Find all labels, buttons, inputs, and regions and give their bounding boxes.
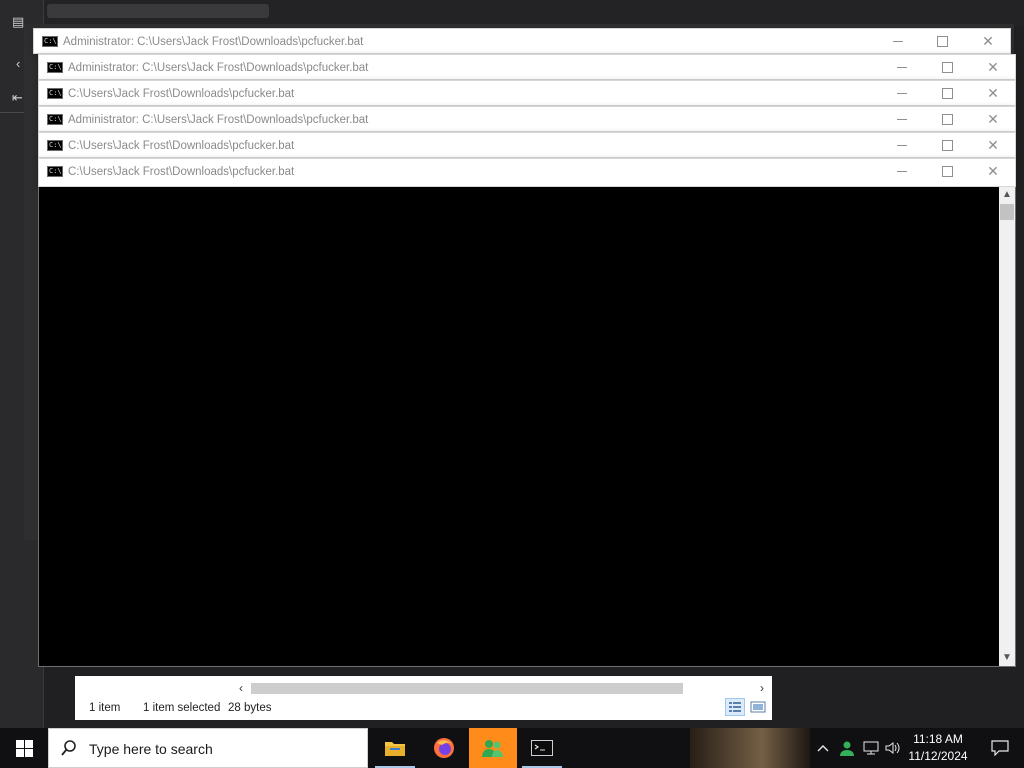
maximize-button[interactable] bbox=[932, 84, 962, 102]
scroll-thumb[interactable] bbox=[251, 683, 683, 694]
cmd-icon: C:\. bbox=[47, 114, 66, 125]
exit-icon[interactable]: ⇤ bbox=[12, 90, 23, 106]
file-explorer-fragment: ‹ › 1 item 1 item selected 28 bytes bbox=[75, 676, 772, 720]
window-title: Administrator: C:\Users\Jack Frost\Downl… bbox=[68, 114, 369, 126]
window-title: C:\Users\Jack Frost\Downloads\pcfucker.b… bbox=[68, 88, 295, 100]
cmd-window-6-active[interactable]: C:\. C:\Users\Jack Frost\Downloads\pcfuc… bbox=[38, 158, 1016, 187]
speaker-icon bbox=[885, 742, 900, 754]
taskbar: Type here to search 11:18 AM 11/12/2024 bbox=[0, 728, 1024, 768]
selection-size: 28 bytes bbox=[228, 702, 272, 714]
show-hidden-icons-button[interactable] bbox=[812, 728, 834, 768]
vertical-scrollbar[interactable]: ▲ ▼ bbox=[999, 187, 1015, 666]
scroll-right-icon[interactable]: › bbox=[760, 680, 764, 696]
clock-time: 11:18 AM bbox=[913, 732, 963, 746]
window-title: C:\Users\Jack Frost\Downloads\pcfucker.b… bbox=[68, 166, 295, 178]
maximize-button[interactable] bbox=[927, 32, 957, 50]
scroll-left-icon[interactable]: ‹ bbox=[239, 680, 243, 696]
close-button[interactable]: ✕ bbox=[978, 136, 1008, 154]
item-count: 1 item bbox=[89, 702, 121, 714]
cmd-icon: C:\. bbox=[47, 88, 66, 99]
user-icon bbox=[840, 741, 854, 756]
cmd-icon: C:\. bbox=[47, 166, 66, 177]
cmd-window-2[interactable]: C:\. Administrator: C:\Users\Jack Frost\… bbox=[38, 54, 1016, 80]
minimize-button[interactable] bbox=[887, 136, 917, 154]
firefox-taskbar-button[interactable] bbox=[420, 728, 468, 768]
search-icon bbox=[61, 740, 76, 756]
network-icon bbox=[863, 741, 879, 755]
maximize-button[interactable] bbox=[932, 162, 962, 180]
desktop: ▤ ‹ ⇤ ‹ › 1 item 1 item selected 28 byte… bbox=[0, 0, 1024, 728]
minimize-button[interactable] bbox=[887, 58, 917, 76]
wallpaper-peek bbox=[690, 728, 810, 768]
notification-icon bbox=[991, 740, 1009, 756]
minimize-button[interactable] bbox=[887, 84, 917, 102]
close-button[interactable]: ✕ bbox=[973, 32, 1003, 50]
maximize-button[interactable] bbox=[932, 136, 962, 154]
chevron-up-icon bbox=[817, 745, 829, 752]
cmd-icon: C:\. bbox=[42, 36, 61, 47]
terminal-icon bbox=[531, 740, 553, 756]
panel-icon[interactable]: ▤ bbox=[12, 14, 24, 30]
user-app-taskbar-button[interactable] bbox=[469, 728, 517, 768]
console-output-area[interactable]: ▲ ▼ bbox=[38, 187, 1016, 667]
cmd-window-1[interactable]: C:\. Administrator: C:\Users\Jack Frost\… bbox=[33, 28, 1011, 54]
start-button[interactable] bbox=[0, 728, 48, 768]
close-button[interactable]: ✕ bbox=[978, 84, 1008, 102]
minimize-button[interactable] bbox=[887, 162, 917, 180]
scroll-up-icon[interactable]: ▲ bbox=[999, 187, 1015, 203]
minimize-button[interactable] bbox=[883, 32, 913, 50]
cmd-icon: C:\. bbox=[47, 62, 66, 73]
windows-logo-icon bbox=[15, 739, 33, 757]
window-title: Administrator: C:\Users\Jack Frost\Downl… bbox=[68, 62, 369, 74]
clock-date: 11/12/2024 bbox=[908, 749, 968, 763]
folder-icon bbox=[385, 742, 405, 756]
maximize-button[interactable] bbox=[932, 110, 962, 128]
background-app-tab[interactable] bbox=[47, 4, 269, 18]
network-button[interactable] bbox=[860, 728, 882, 768]
window-title: C:\Users\Jack Frost\Downloads\pcfucker.b… bbox=[68, 140, 295, 152]
cmd-window-3[interactable]: C:\. C:\Users\Jack Frost\Downloads\pcfuc… bbox=[38, 80, 1016, 106]
cmd-window-4[interactable]: C:\. Administrator: C:\Users\Jack Frost\… bbox=[38, 106, 1016, 132]
horizontal-scrollbar[interactable]: ‹ › bbox=[75, 680, 772, 696]
taskbar-search-box[interactable]: Type here to search bbox=[48, 728, 368, 768]
firefox-icon bbox=[434, 738, 454, 758]
maximize-button[interactable] bbox=[932, 58, 962, 76]
action-center-button[interactable] bbox=[980, 728, 1020, 768]
user-tray-icon-button[interactable] bbox=[836, 728, 858, 768]
users-icon bbox=[482, 740, 503, 757]
close-button[interactable]: ✕ bbox=[978, 162, 1008, 180]
details-view-button[interactable] bbox=[725, 698, 745, 716]
window-title: Administrator: C:\Users\Jack Frost\Downl… bbox=[63, 36, 364, 48]
system-clock[interactable]: 11:18 AM 11/12/2024 bbox=[900, 731, 976, 765]
selection-status: 1 item selected bbox=[143, 702, 221, 714]
scroll-thumb[interactable] bbox=[1000, 204, 1014, 220]
search-placeholder: Type here to search bbox=[89, 741, 213, 757]
cmd-window-5[interactable]: C:\. C:\Users\Jack Frost\Downloads\pcfuc… bbox=[38, 132, 1016, 158]
background-app-titlebar bbox=[0, 0, 1024, 26]
large-icons-view-button[interactable] bbox=[749, 698, 767, 716]
minimize-button[interactable] bbox=[887, 110, 917, 128]
command-prompt-taskbar-button[interactable] bbox=[518, 728, 566, 768]
close-button[interactable]: ✕ bbox=[978, 58, 1008, 76]
chevron-left-icon[interactable]: ‹ bbox=[16, 56, 20, 71]
cmd-icon: C:\. bbox=[47, 140, 66, 151]
close-button[interactable]: ✕ bbox=[978, 110, 1008, 128]
scroll-down-icon[interactable]: ▼ bbox=[999, 650, 1015, 666]
file-explorer-taskbar-button[interactable] bbox=[371, 728, 419, 768]
